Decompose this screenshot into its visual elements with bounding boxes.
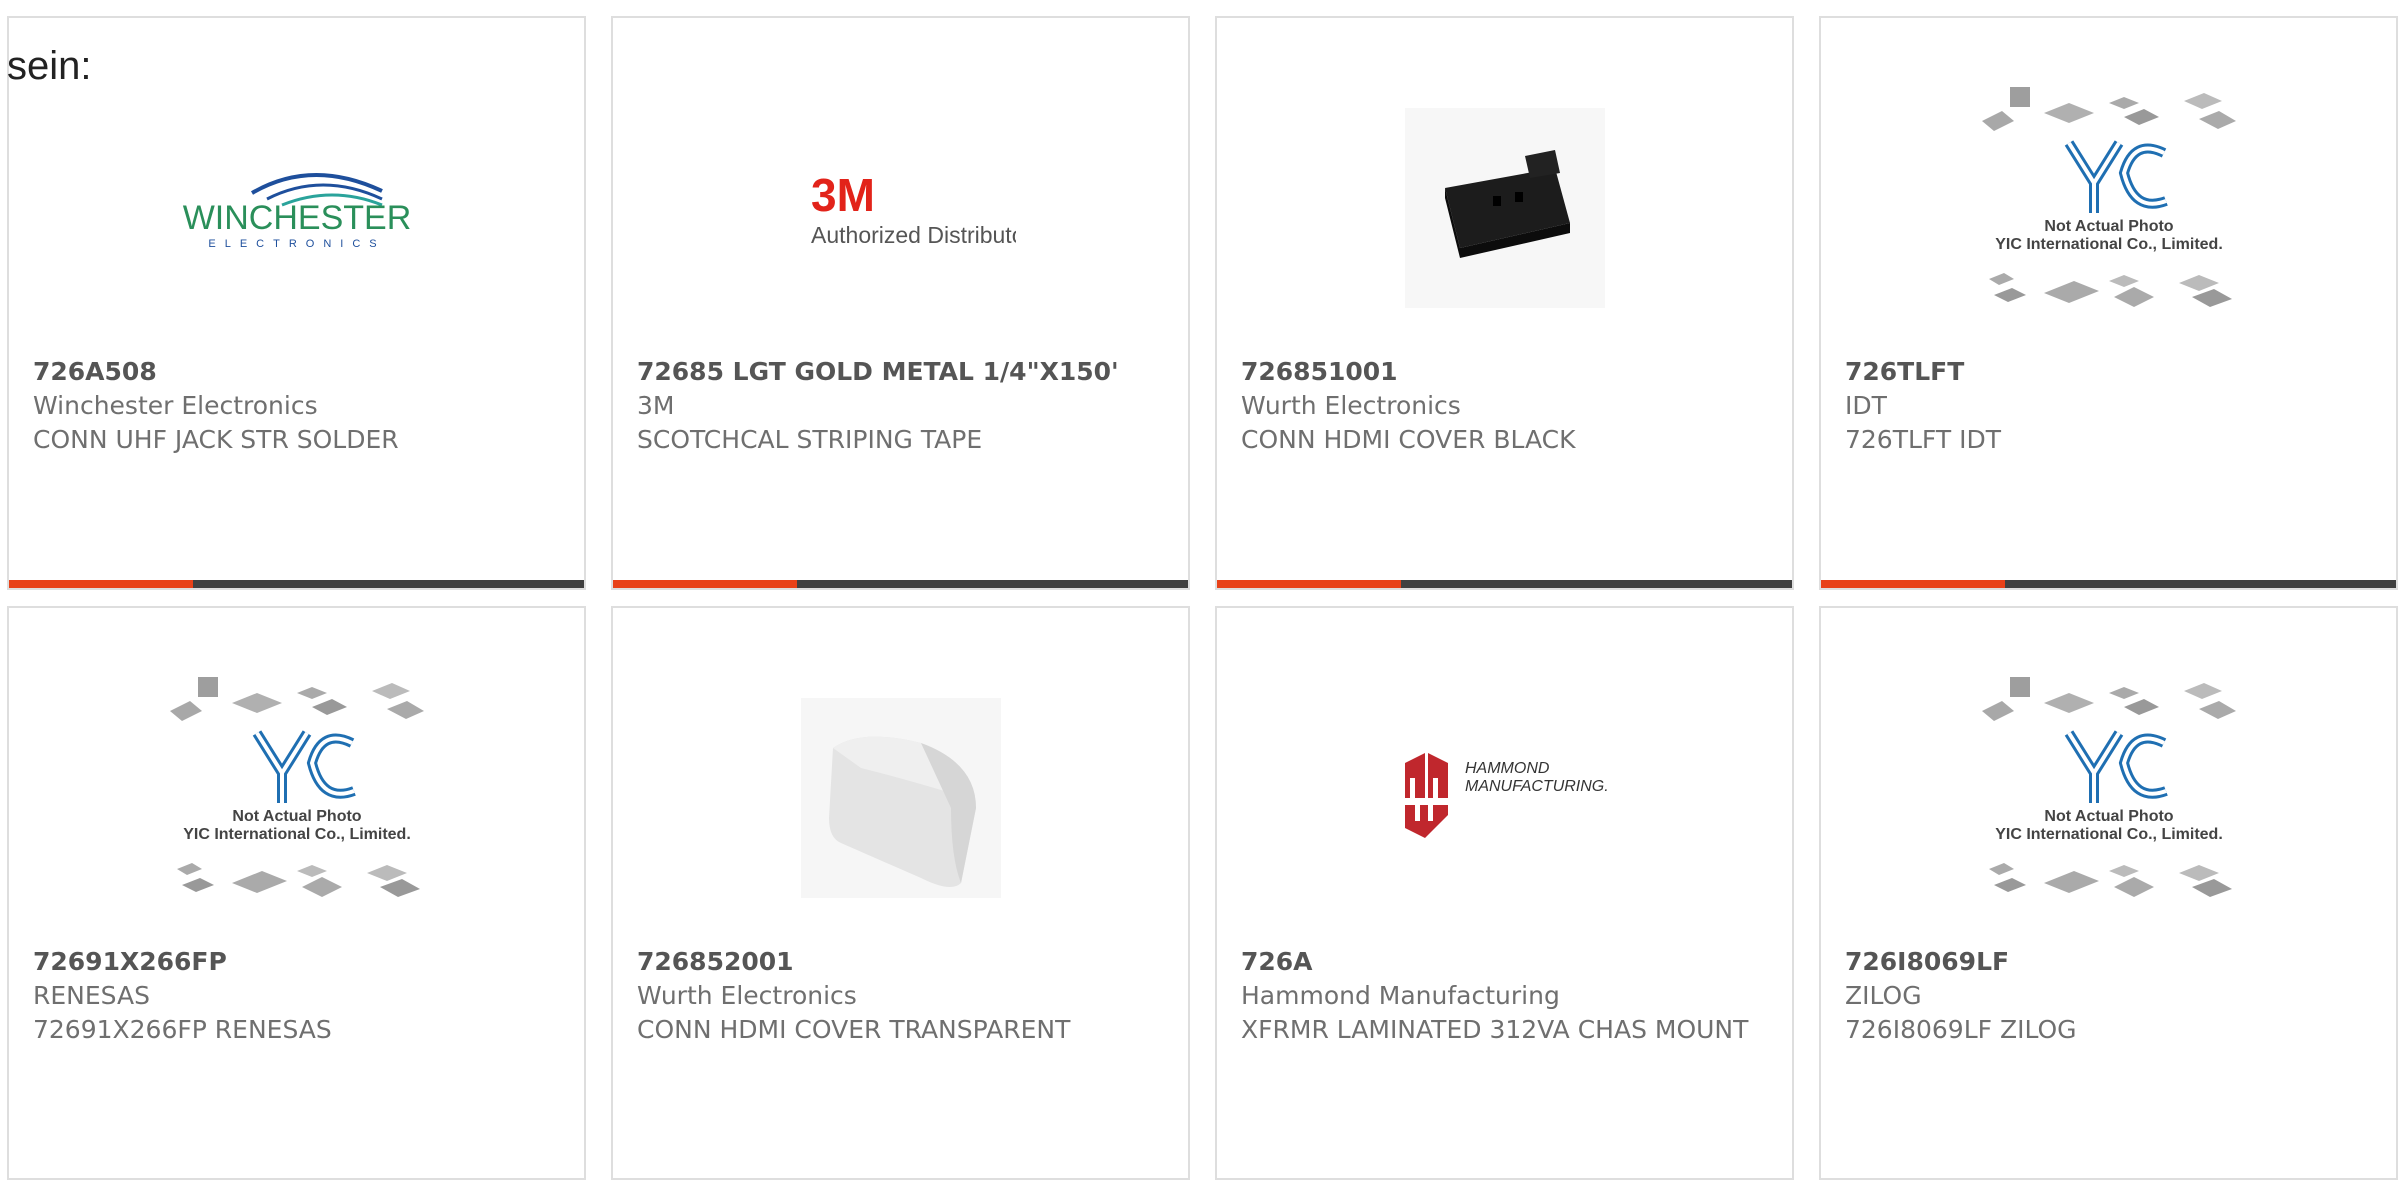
- svg-text:Authorized Distributor: Authorized Distributor: [811, 222, 1016, 248]
- description: SCOTCHCAL STRIPING TAPE: [637, 425, 983, 454]
- svg-text:ELECTRONICS: ELECTRONICS: [208, 238, 385, 250]
- svg-text:YIC International Co., Limited: YIC International Co., Limited.: [1995, 236, 2223, 253]
- product-card[interactable]: 3M Authorized Distributor 72685 LGT GOLD…: [611, 16, 1190, 590]
- description: CONN UHF JACK STR SOLDER: [33, 425, 399, 454]
- product-image[interactable]: HAMMOND MANUFACTURING.: [1217, 663, 1792, 933]
- product-image[interactable]: [1217, 73, 1792, 343]
- product-info: 726A Hammond Manufacturing XFRMR LAMINAT…: [1241, 945, 1768, 1047]
- card-bottom-bar: [9, 580, 584, 588]
- prefix-text: sein:: [7, 44, 92, 88]
- product-image[interactable]: Not Actual Photo YIC International Co., …: [1821, 663, 2396, 933]
- manufacturer: Wurth Electronics: [637, 981, 857, 1010]
- hammond-logo: HAMMOND MANUFACTURING.: [1404, 753, 1609, 838]
- hdmi-cover-transparent-photo: [800, 698, 1001, 898]
- product-image[interactable]: Not Actual Photo YIC International Co., …: [1821, 73, 2396, 343]
- card-bottom-bar: [1821, 580, 2396, 588]
- product-info: 72691X266FP RENESAS 72691X266FP RENESAS: [33, 945, 560, 1047]
- 3m-logo: 3M Authorized Distributor: [785, 153, 1016, 263]
- product-image[interactable]: WINCHESTER ELECTRONICS: [9, 73, 584, 343]
- hdmi-cover-black-photo: [1404, 108, 1605, 308]
- description: CONN HDMI COVER BLACK: [1241, 425, 1576, 454]
- product-info: 726851001 Wurth Electronics CONN HDMI CO…: [1241, 355, 1768, 457]
- product-image[interactable]: 3M Authorized Distributor: [613, 73, 1188, 343]
- yic-placeholder-image: Not Actual Photo YIC International Co., …: [169, 677, 424, 897]
- product-image[interactable]: [613, 663, 1188, 933]
- product-card[interactable]: 726852001 Wurth Electronics CONN HDMI CO…: [611, 606, 1190, 1180]
- manufacturer: Wurth Electronics: [1241, 391, 1461, 420]
- product-card[interactable]: HAMMOND MANUFACTURING. 726A Hammond Manu…: [1215, 606, 1794, 1180]
- product-card[interactable]: Not Actual Photo YIC International Co., …: [1819, 16, 2398, 590]
- product-card[interactable]: Not Actual Photo YIC International Co., …: [7, 606, 586, 1180]
- product-image[interactable]: Not Actual Photo YIC International Co., …: [9, 663, 584, 933]
- svg-text:WINCHESTER: WINCHESTER: [182, 199, 411, 237]
- product-info: 726852001 Wurth Electronics CONN HDMI CO…: [637, 945, 1164, 1047]
- svg-text:YIC International Co., Limited: YIC International Co., Limited.: [183, 826, 411, 843]
- svg-text:3M: 3M: [811, 169, 875, 221]
- product-info: 726TLFT IDT 726TLFT IDT: [1845, 355, 2372, 457]
- svg-text:HAMMOND: HAMMOND: [1465, 760, 1550, 777]
- manufacturer: RENESAS: [33, 981, 150, 1010]
- manufacturer: IDT: [1845, 391, 1887, 420]
- yic-placeholder-image: Not Actual Photo YIC International Co., …: [1981, 677, 2236, 897]
- svg-text:Not Actual Photo: Not Actual Photo: [2044, 808, 2173, 825]
- product-card[interactable]: 726851001 Wurth Electronics CONN HDMI CO…: [1215, 16, 1794, 590]
- product-info: 726A508 Winchester Electronics CONN UHF …: [33, 355, 560, 457]
- product-card[interactable]: Not Actual Photo YIC International Co., …: [1819, 606, 2398, 1180]
- part-number[interactable]: 726A: [1241, 945, 1768, 979]
- part-number[interactable]: 72691X266FP: [33, 945, 560, 979]
- winchester-logo: WINCHESTER ELECTRONICS: [182, 173, 411, 250]
- part-number[interactable]: 726A508: [33, 355, 560, 389]
- manufacturer: Hammond Manufacturing: [1241, 981, 1560, 1010]
- card-bottom-bar: [1217, 580, 1792, 588]
- description: XFRMR LAMINATED 312VA CHAS MOUNT: [1241, 1015, 1749, 1044]
- product-grid: WINCHESTER ELECTRONICS 726A508 Wincheste…: [7, 16, 2400, 1180]
- manufacturer: Winchester Electronics: [33, 391, 318, 420]
- svg-text:Not Actual Photo: Not Actual Photo: [2044, 218, 2173, 235]
- yic-placeholder-image: Not Actual Photo YIC International Co., …: [1981, 87, 2236, 307]
- svg-text:Not Actual Photo: Not Actual Photo: [232, 808, 361, 825]
- card-bottom-bar: [613, 580, 1188, 588]
- manufacturer: 3M: [637, 391, 675, 420]
- manufacturer: ZILOG: [1845, 981, 1922, 1010]
- description: 726TLFT IDT: [1845, 425, 2001, 454]
- part-number[interactable]: 726852001: [637, 945, 1164, 979]
- part-number[interactable]: 726851001: [1241, 355, 1768, 389]
- description: 72691X266FP RENESAS: [33, 1015, 332, 1044]
- product-info: 72685 LGT GOLD METAL 1/4"X150' 3M SCOTCH…: [637, 355, 1164, 457]
- part-number[interactable]: 726TLFT: [1845, 355, 2372, 389]
- product-card[interactable]: WINCHESTER ELECTRONICS 726A508 Wincheste…: [7, 16, 586, 590]
- description: 726I8069LF ZILOG: [1845, 1015, 2077, 1044]
- description: CONN HDMI COVER TRANSPARENT: [637, 1015, 1071, 1044]
- product-info: 726I8069LF ZILOG 726I8069LF ZILOG: [1845, 945, 2372, 1047]
- part-number[interactable]: 72685 LGT GOLD METAL 1/4"X150': [637, 355, 1164, 389]
- svg-text:MANUFACTURING.: MANUFACTURING.: [1465, 778, 1609, 795]
- svg-text:YIC International Co., Limited: YIC International Co., Limited.: [1995, 826, 2223, 843]
- part-number[interactable]: 726I8069LF: [1845, 945, 2372, 979]
